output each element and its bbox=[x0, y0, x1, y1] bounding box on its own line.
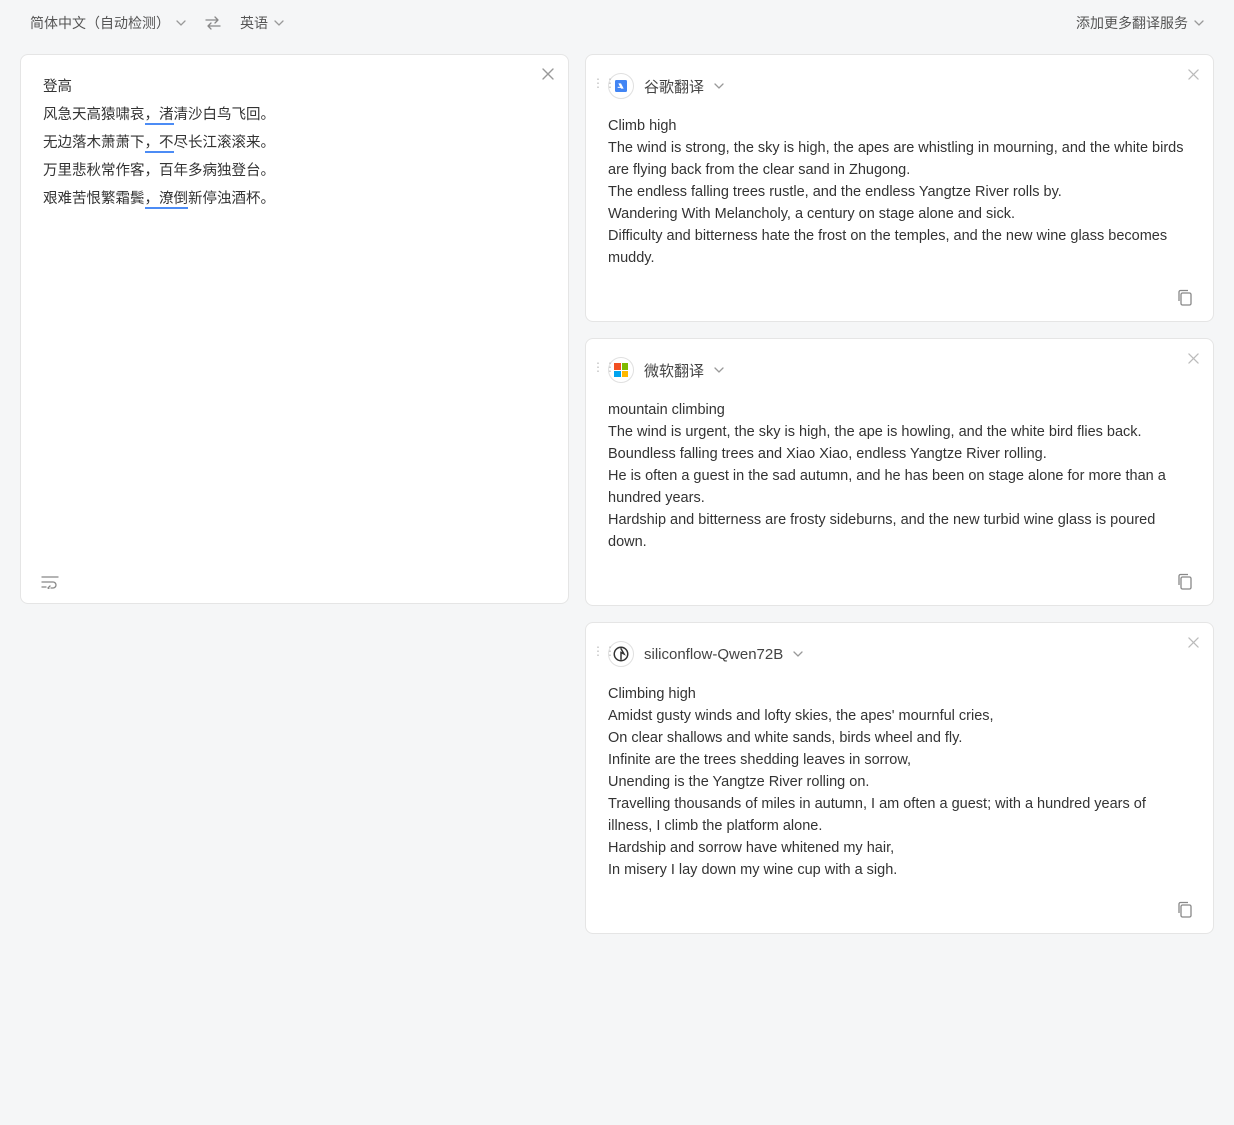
spell-error-segment[interactable]: ，潦倒 bbox=[145, 191, 189, 209]
close-card-button[interactable] bbox=[1188, 635, 1199, 652]
chevron-down-icon bbox=[176, 18, 186, 28]
chevron-down-icon[interactable] bbox=[714, 81, 724, 91]
source-language-label: 简体中文（自动检测） bbox=[30, 13, 170, 33]
drag-handle-icon[interactable]: ⋮⋮ bbox=[592, 361, 616, 373]
translation-text: Climbing highAmidst gusty winds and loft… bbox=[608, 683, 1191, 881]
translation-card: ⋮⋮ siliconflow-Qwen72B Climbing highAmidst… bbox=[585, 622, 1214, 934]
swap-languages-button[interactable] bbox=[204, 16, 222, 30]
input-line: 万里悲秋常作客，百年多病独登台。 bbox=[43, 157, 546, 185]
clear-input-button[interactable] bbox=[542, 67, 554, 85]
translation-card: ⋮⋮ 微软翻译 mountain climbingThe wind is urgen… bbox=[585, 338, 1214, 606]
input-line: 登高 bbox=[43, 73, 546, 101]
text-segment: 艰难苦恨繁霜鬓 bbox=[43, 191, 145, 207]
spell-error-segment[interactable]: ，渚 bbox=[145, 107, 174, 125]
target-language-label: 英语 bbox=[240, 13, 268, 33]
header: 简体中文（自动检测） 英语 添加更多翻译服务 bbox=[0, 0, 1234, 46]
translation-card: ⋮⋮ 谷歌翻译 Climb highThe wind is strong, the … bbox=[585, 54, 1214, 322]
input-textarea[interactable]: 登高风急天高猿啸哀，渚清沙白鸟飞回。无边落木萧萧下，不尽长江滚滚来。万里悲秋常作… bbox=[43, 73, 546, 213]
add-services-label: 添加更多翻译服务 bbox=[1076, 13, 1188, 33]
input-panel: 登高风急天高猿啸哀，渚清沙白鸟飞回。无边落木萧萧下，不尽长江滚滚来。万里悲秋常作… bbox=[20, 54, 569, 604]
card-header: 微软翻译 bbox=[608, 357, 1191, 383]
chevron-down-icon bbox=[274, 18, 284, 28]
text-segment: 无边落木萧萧下 bbox=[43, 135, 145, 151]
input-line: 风急天高猿啸哀，渚清沙白鸟飞回。 bbox=[43, 101, 546, 129]
service-name-label[interactable]: 微软翻译 bbox=[644, 360, 704, 381]
copy-button[interactable] bbox=[1177, 573, 1193, 591]
chevron-down-icon[interactable] bbox=[714, 365, 724, 375]
chevron-down-icon bbox=[1194, 18, 1204, 28]
input-line: 无边落木萧萧下，不尽长江滚滚来。 bbox=[43, 129, 546, 157]
drag-handle-icon[interactable]: ⋮⋮ bbox=[592, 645, 616, 657]
close-card-button[interactable] bbox=[1188, 351, 1199, 368]
text-wrap-button[interactable] bbox=[41, 575, 59, 589]
translation-text: Climb highThe wind is strong, the sky is… bbox=[608, 115, 1191, 269]
copy-button[interactable] bbox=[1177, 289, 1193, 307]
text-segment: 登高 bbox=[43, 79, 72, 95]
chevron-down-icon[interactable] bbox=[793, 649, 803, 659]
translation-text: mountain climbingThe wind is urgent, the… bbox=[608, 399, 1191, 553]
source-language-selector[interactable]: 简体中文（自动检测） bbox=[30, 13, 186, 33]
target-language-selector[interactable]: 英语 bbox=[240, 13, 284, 33]
add-services-button[interactable]: 添加更多翻译服务 bbox=[1076, 13, 1204, 33]
service-name-label[interactable]: siliconflow-Qwen72B bbox=[644, 646, 783, 663]
drag-handle-icon[interactable]: ⋮⋮ bbox=[592, 77, 616, 89]
header-left: 简体中文（自动检测） 英语 bbox=[30, 13, 284, 33]
card-header: 谷歌翻译 bbox=[608, 73, 1191, 99]
input-line: 艰难苦恨繁霜鬓，潦倒新停浊酒杯。 bbox=[43, 185, 546, 213]
main-area: 登高风急天高猿啸哀，渚清沙白鸟飞回。无边落木萧萧下，不尽长江滚滚来。万里悲秋常作… bbox=[0, 46, 1234, 954]
service-name-label[interactable]: 谷歌翻译 bbox=[644, 76, 704, 97]
close-card-button[interactable] bbox=[1188, 67, 1199, 84]
text-segment: 万里悲秋常作客，百年多病独登台。 bbox=[43, 163, 275, 179]
translations-panel: ⋮⋮ 谷歌翻译 Climb highThe wind is strong, the … bbox=[585, 54, 1214, 934]
spell-error-segment[interactable]: ，不 bbox=[145, 135, 174, 153]
text-segment: 清沙白鸟飞回。 bbox=[174, 107, 276, 123]
copy-button[interactable] bbox=[1177, 901, 1193, 919]
text-segment: 风急天高猿啸哀 bbox=[43, 107, 145, 123]
text-segment: 尽长江滚滚来。 bbox=[174, 135, 276, 151]
card-header: siliconflow-Qwen72B bbox=[608, 641, 1191, 667]
text-segment: 新停浊酒杯。 bbox=[188, 191, 275, 207]
